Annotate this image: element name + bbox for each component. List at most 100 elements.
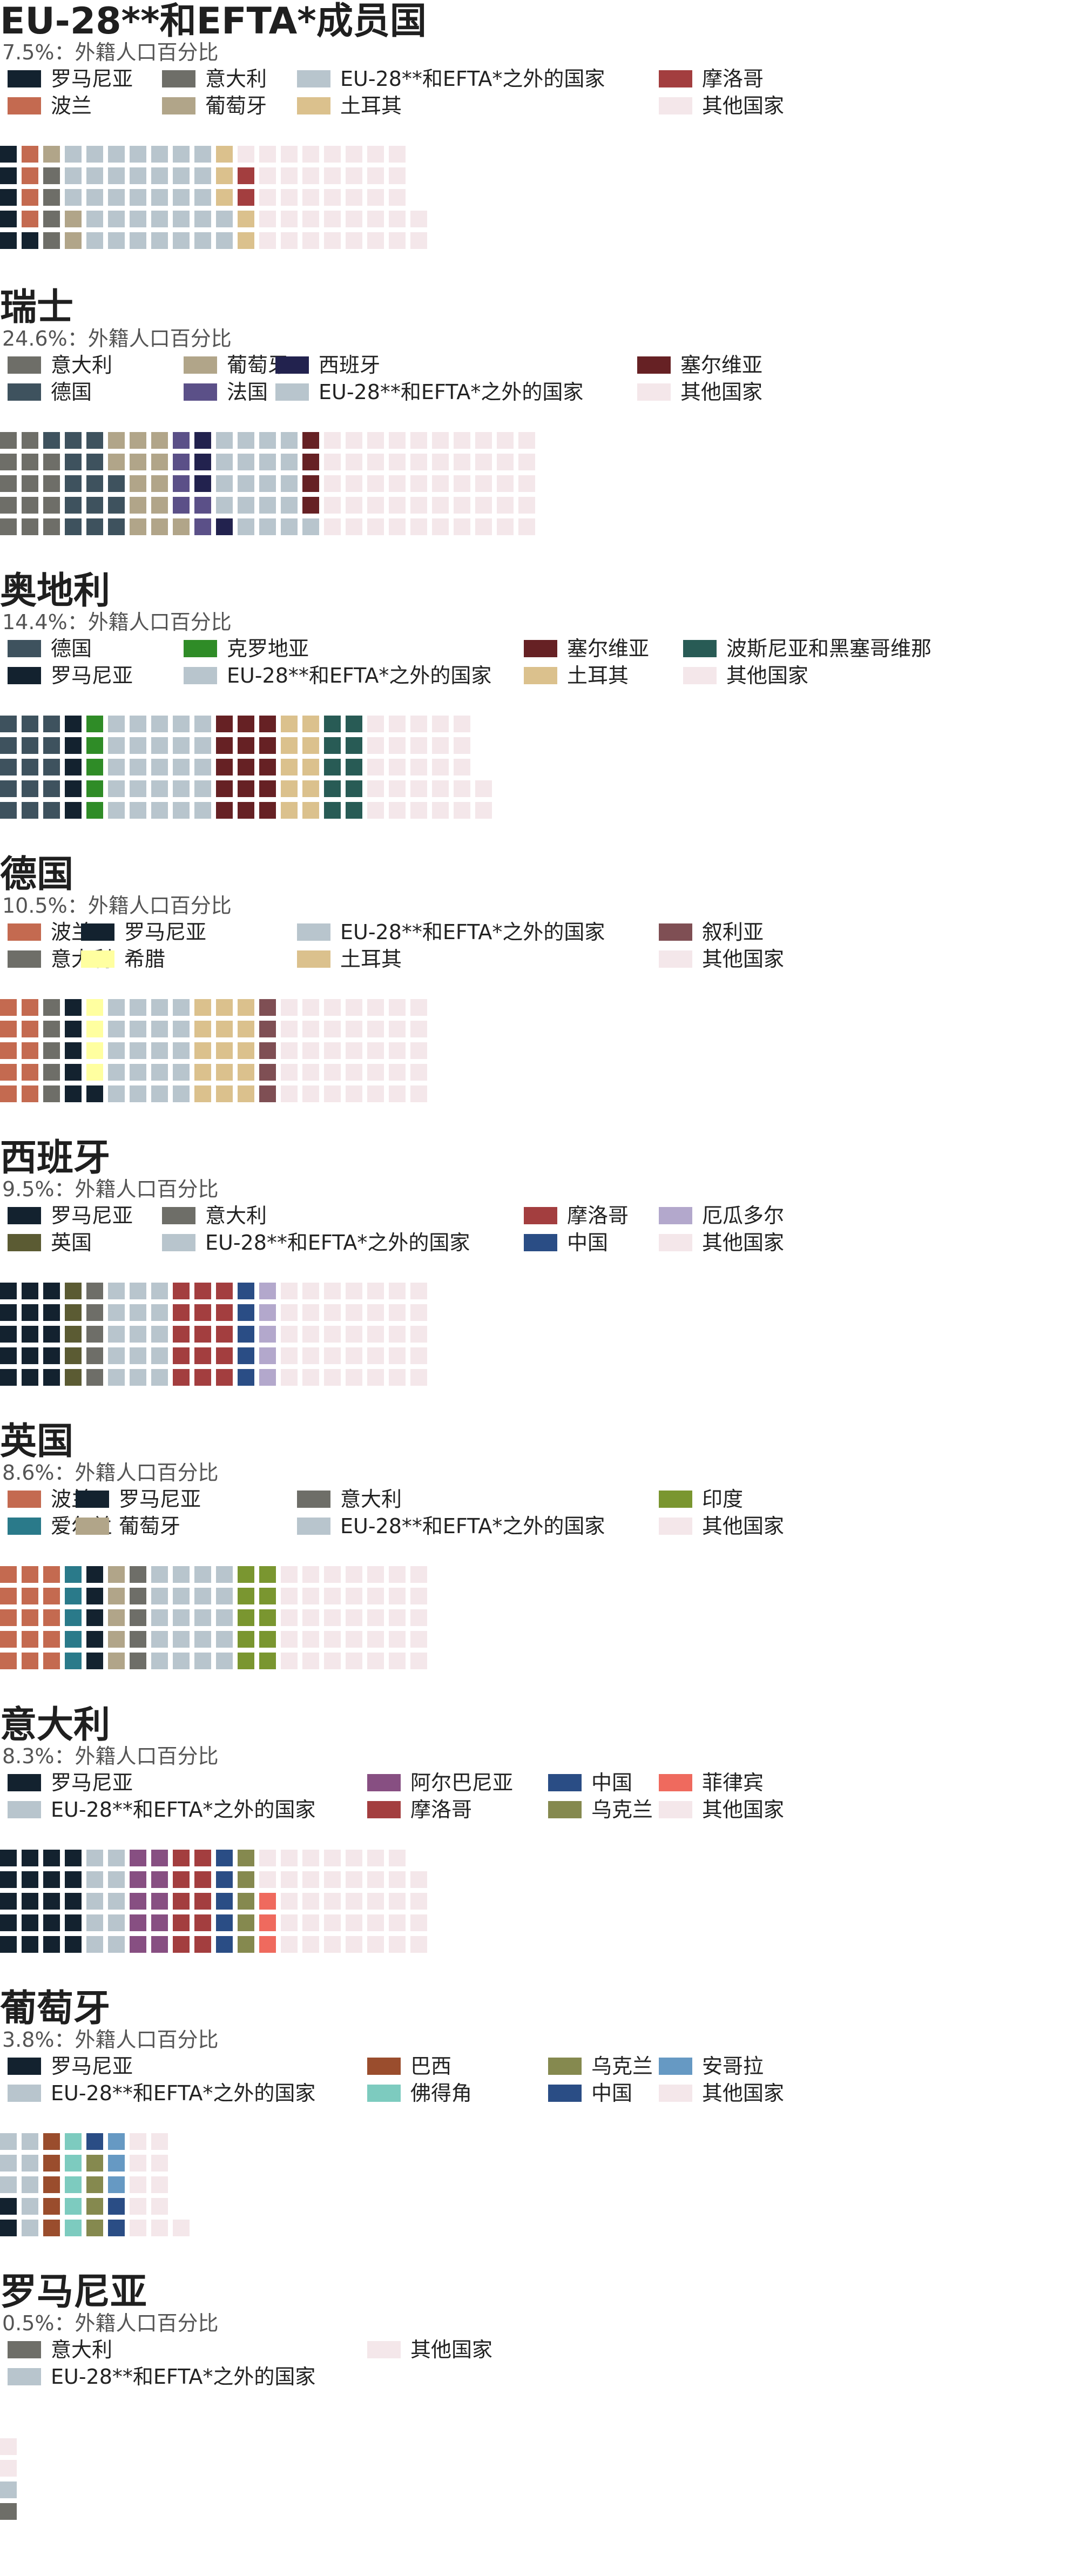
waffle-square [475,518,492,535]
waffle-square [0,1588,17,1604]
waffle-square [22,2176,38,2193]
waffle-square [173,1653,190,1669]
waffle-square [324,1850,341,1866]
legend-label: EU-28**和EFTA*之外的国家 [51,2081,316,2105]
legend-swatch [297,923,330,941]
legend-label: 罗马尼亚 [51,67,133,91]
waffle-square [0,1064,17,1081]
waffle-square [65,497,82,514]
waffle-square [22,737,38,754]
section-subtitle: 3.8%：外籍人口百分比 [2,2028,219,2052]
waffle-square [367,232,384,249]
waffle-square [346,780,362,797]
waffle-square [86,999,103,1016]
waffle-square [130,1064,146,1081]
legend-swatch [8,1774,41,1791]
waffle-square [43,1914,60,1931]
waffle-square [173,1588,190,1604]
legend-label: EU-28**和EFTA*之外的国家 [51,1798,316,1822]
waffle-square [43,2220,60,2236]
waffle-square [302,759,319,776]
waffle-square [43,999,60,1016]
waffle-square [259,211,276,227]
waffle-square [130,2176,146,2193]
waffle-square [216,802,233,819]
waffle-square [194,1566,211,1583]
waffle-square [238,737,254,754]
legend-swatch [297,950,330,968]
waffle-square [216,1871,233,1888]
waffle-square [410,1304,427,1321]
waffle-square [173,780,190,797]
waffle-square [22,2198,38,2215]
legend-swatch [548,2085,582,2102]
waffle-square [86,1936,103,1953]
waffle-square [281,189,298,206]
legend-swatch [548,1801,582,1818]
waffle-square [0,1326,17,1343]
waffle-square [22,759,38,776]
waffle-square [65,2220,82,2236]
legend-label: 波兰 [51,94,92,118]
waffle-square [367,759,384,776]
waffle-square [108,1304,125,1321]
waffle-square [0,802,17,819]
waffle-square [108,232,125,249]
waffle-square [216,1042,233,1059]
waffle-square [259,780,276,797]
waffle-square [108,759,125,776]
legend-label: 巴西 [410,2054,452,2078]
waffle-square [151,1653,168,1669]
legend-label: 意大利 [205,1204,267,1228]
waffle-square [151,518,168,535]
legend-swatch [8,2368,41,2385]
waffle-square [151,1893,168,1910]
legend-swatch [81,923,114,941]
waffle-square [22,1347,38,1364]
waffle-square [302,432,319,449]
waffle-square [43,1369,60,1386]
waffle-square [65,1064,82,1081]
waffle-square [389,759,406,776]
waffle-square [324,1021,341,1037]
legend-swatch [184,356,217,374]
waffle-square [346,454,362,470]
legend-label: 菲律宾 [702,1771,764,1795]
waffle-square [281,780,298,797]
waffle-square [86,1631,103,1648]
waffle-square [281,232,298,249]
waffle-square [238,432,254,449]
waffle-square [238,518,254,535]
waffle-square [238,1283,254,1299]
legend-swatch [162,1234,195,1251]
waffle-square [194,737,211,754]
legend-label: 摩洛哥 [567,1204,629,1228]
waffle-square [238,1936,254,1953]
waffle-square [302,1304,319,1321]
waffle-square [259,1347,276,1364]
waffle-square [302,211,319,227]
waffle-square [130,1283,146,1299]
waffle-square [367,1588,384,1604]
waffle-square [194,759,211,776]
waffle-square [108,1936,125,1953]
waffle-square [130,1326,146,1343]
waffle-square [108,1283,125,1299]
waffle-square [324,1609,341,1626]
waffle-square [389,1653,406,1669]
waffle-square [194,211,211,227]
waffle-square [410,1085,427,1102]
waffle-square [259,716,276,732]
legend-swatch [162,1207,195,1224]
waffle-square [346,232,362,249]
waffle-square [173,759,190,776]
legend-swatch [659,97,692,114]
legend-label: 意大利 [51,2338,113,2362]
waffle-square [454,454,470,470]
waffle-square [194,780,211,797]
waffle-square [86,1326,103,1343]
waffle-square [389,1914,406,1931]
waffle-square [65,2176,82,2193]
waffle-square [432,454,449,470]
waffle-square [151,497,168,514]
